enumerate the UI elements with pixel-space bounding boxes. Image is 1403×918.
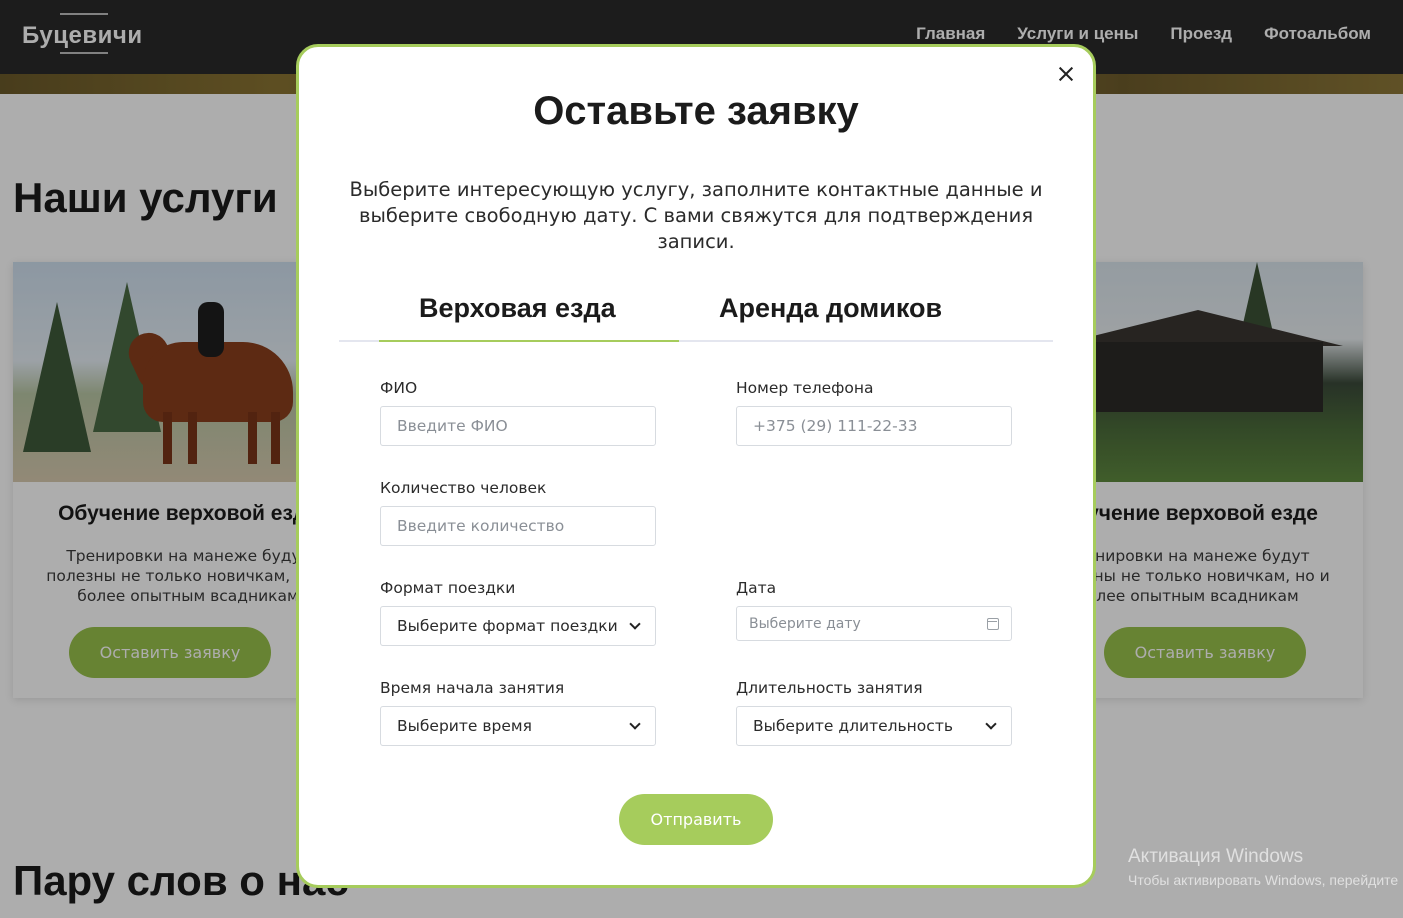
phone-label: Номер телефона bbox=[736, 379, 874, 397]
people-field[interactable] bbox=[380, 506, 656, 546]
date-label: Дата bbox=[736, 579, 777, 597]
close-icon[interactable] bbox=[1055, 63, 1077, 85]
date-placeholder: Выберите дату bbox=[749, 615, 861, 632]
chevron-down-icon bbox=[629, 618, 641, 630]
duration-label: Длительность занятия bbox=[736, 679, 923, 697]
modal-description: Выберите интересующую услугу, заполните … bbox=[349, 178, 1043, 253]
format-select-value: Выберите формат поездки bbox=[397, 617, 618, 635]
date-picker[interactable]: Выберите дату bbox=[736, 606, 1012, 641]
format-select[interactable]: Выберите формат поездки bbox=[380, 606, 656, 646]
people-input[interactable] bbox=[397, 517, 639, 535]
format-label: Формат поездки bbox=[380, 579, 516, 597]
duration-select-value: Выберите длительность bbox=[753, 717, 953, 735]
request-modal: Оставьте заявку Выберите интересующую ус… bbox=[296, 44, 1096, 888]
name-label: ФИО bbox=[380, 379, 418, 397]
phone-input[interactable] bbox=[753, 417, 995, 435]
active-tab-indicator bbox=[379, 340, 679, 342]
activation-title: Активация Windows bbox=[1128, 846, 1304, 867]
start-time-select[interactable]: Выберите время bbox=[380, 706, 656, 746]
duration-select[interactable]: Выберите длительность bbox=[736, 706, 1012, 746]
windows-activation-watermark: Активация Windows Чтобы активировать Win… bbox=[1128, 846, 1398, 888]
submit-button[interactable]: Отправить bbox=[619, 794, 773, 845]
service-tabs: Верховая езда Аренда домиков bbox=[339, 287, 1053, 342]
chevron-down-icon bbox=[985, 718, 997, 730]
phone-field[interactable] bbox=[736, 406, 1012, 446]
calendar-icon[interactable] bbox=[987, 617, 999, 630]
tab-riding[interactable]: Верховая езда bbox=[419, 293, 616, 324]
modal-title: Оставьте заявку bbox=[533, 89, 859, 133]
name-field[interactable] bbox=[380, 406, 656, 446]
name-input[interactable] bbox=[397, 417, 639, 435]
start-time-select-value: Выберите время bbox=[397, 717, 532, 735]
chevron-down-icon bbox=[629, 718, 641, 730]
start-time-label: Время начала занятия bbox=[380, 679, 565, 697]
people-label: Количество человек bbox=[380, 479, 547, 497]
tab-house-rental[interactable]: Аренда домиков bbox=[719, 293, 942, 324]
activation-subtitle: Чтобы активировать Windows, перейдите bbox=[1128, 872, 1399, 888]
